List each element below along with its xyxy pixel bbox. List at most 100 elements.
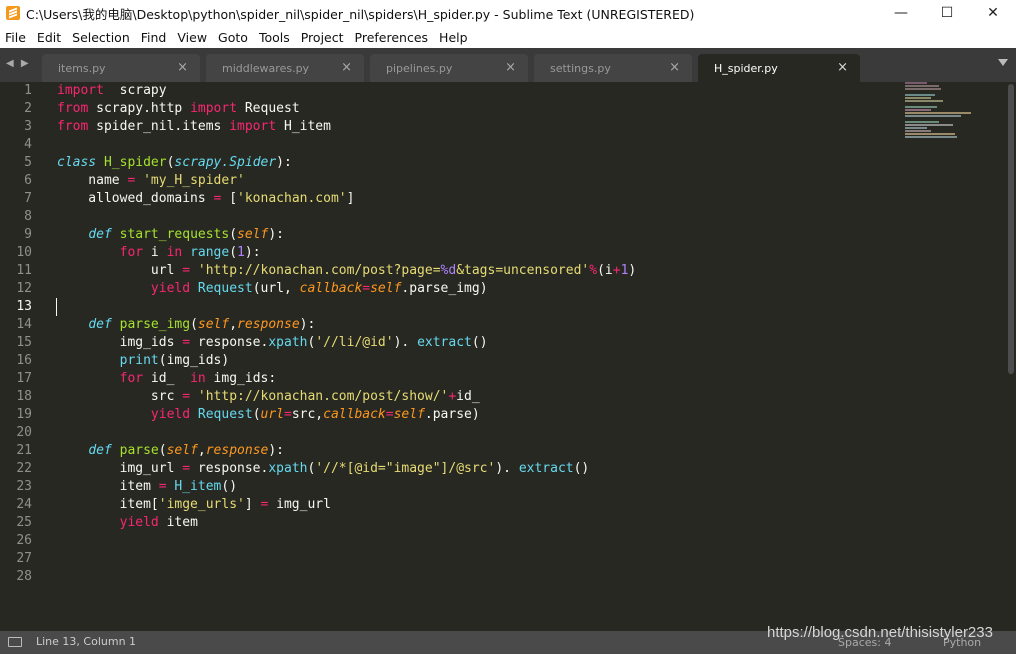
code-token: xpath xyxy=(268,461,308,476)
code-token: '//*[@id="image"]/@src' xyxy=(315,461,496,476)
menu-goto[interactable]: Goto xyxy=(213,30,254,45)
code-token: , xyxy=(229,317,238,332)
code-token: response. xyxy=(190,461,269,476)
scrollbar-thumb[interactable] xyxy=(1008,84,1014,374)
code-token: Request xyxy=(237,101,300,116)
tab-close-icon[interactable]: × xyxy=(669,60,680,75)
code-token: start_requests xyxy=(119,227,230,242)
tab-middlewares[interactable]: middlewares.py × xyxy=(206,54,364,82)
code-token: ( xyxy=(190,317,198,332)
tab-bar: ◀ ▶ items.py × middlewares.py × pipeline… xyxy=(0,48,1016,82)
code-token: response xyxy=(205,443,269,458)
close-button[interactable]: ✕ xyxy=(970,0,1016,26)
line-number: 26 xyxy=(16,533,32,548)
panel-toggle-icon[interactable] xyxy=(8,637,22,647)
code-token: = xyxy=(385,407,394,422)
code-token: ( xyxy=(252,407,261,422)
code-token: ). xyxy=(495,461,519,476)
code-token: (img_ids) xyxy=(158,353,230,368)
window-controls: — ☐ ✕ xyxy=(878,0,1016,26)
menu-file[interactable]: File xyxy=(0,30,32,45)
tab-close-icon[interactable]: × xyxy=(837,60,848,75)
code-token: id_ xyxy=(456,389,480,404)
menu-help[interactable]: Help xyxy=(434,30,474,45)
tab-label: pipelines.py xyxy=(386,62,453,75)
code-area[interactable]: import scrapy from scrapy.http import Req… xyxy=(57,82,636,586)
watermark-text: https://blog.csdn.net/thisistyler233 xyxy=(767,624,993,641)
code-token: import xyxy=(229,119,277,134)
code-token: range xyxy=(190,245,230,260)
code-token: ] xyxy=(244,497,261,512)
line-number: 6 xyxy=(24,173,32,188)
tab-items[interactable]: items.py × xyxy=(42,54,200,82)
line-number: 16 xyxy=(16,353,32,368)
line-number: 9 xyxy=(24,227,32,242)
maximize-button[interactable]: ☐ xyxy=(924,0,970,26)
code-token: 'my_H_spider' xyxy=(143,173,245,188)
code-line: from scrapy.http import Request xyxy=(57,100,636,118)
vertical-scrollbar[interactable] xyxy=(1006,82,1016,631)
code-token: ] xyxy=(346,191,355,206)
code-token: callback xyxy=(323,407,386,422)
code-token: 'konachan.com' xyxy=(237,191,347,206)
code-token: = xyxy=(182,461,191,476)
minimap[interactable] xyxy=(905,82,985,142)
code-token: % xyxy=(589,263,598,278)
code-token: i xyxy=(143,245,167,260)
tab-list-dropdown-icon[interactable] xyxy=(998,59,1008,66)
line-number: 24 xyxy=(16,497,32,512)
menu-project[interactable]: Project xyxy=(296,30,350,45)
menu-selection[interactable]: Selection xyxy=(67,30,136,45)
code-token: extract xyxy=(417,335,472,350)
code-line: def parse(self,response): xyxy=(57,442,636,460)
code-token: .parse) xyxy=(424,407,480,422)
code-token: H_item xyxy=(174,479,222,494)
menu-view[interactable]: View xyxy=(172,30,213,45)
code-token: url xyxy=(57,263,183,278)
code-token: in xyxy=(190,371,206,386)
code-token: allowed_domains xyxy=(57,191,214,206)
tab-label: middlewares.py xyxy=(222,62,310,75)
code-token: yield xyxy=(150,281,191,296)
tab-settings[interactable]: settings.py × xyxy=(534,54,692,82)
minimize-button[interactable]: — xyxy=(878,0,924,26)
code-token: Request xyxy=(197,281,253,296)
code-token: id_ xyxy=(143,371,191,386)
tab-label: H_spider.py xyxy=(714,62,778,75)
menu-edit[interactable]: Edit xyxy=(32,30,67,45)
menu-find[interactable]: Find xyxy=(136,30,173,45)
tab-pipelines[interactable]: pipelines.py × xyxy=(370,54,528,82)
line-number: 15 xyxy=(16,335,32,350)
tab-scroll-arrows-icon[interactable]: ◀ ▶ xyxy=(6,58,31,69)
code-editor[interactable]: 1 2 3 4 5 6 7 8 9 10 11 12 13 14 15 16 17 18 19 20 21 22 23 24 2… xyxy=(0,82,1016,631)
menu-preferences[interactable]: Preferences xyxy=(350,30,435,45)
code-token: + xyxy=(448,389,457,404)
menu-tools[interactable]: Tools xyxy=(254,30,296,45)
code-token: () xyxy=(221,479,238,494)
window-title: C:\Users\我的电脑\Desktop\python\spider_nil\… xyxy=(26,6,695,22)
code-token: = xyxy=(182,263,191,278)
code-line: img_ids = response.xpath('//li/@id'). ex… xyxy=(57,334,636,352)
tab-h-spider[interactable]: H_spider.py × xyxy=(698,54,860,82)
code-token: extract xyxy=(518,461,574,476)
code-line: item['imge_urls'] = img_url xyxy=(57,496,636,514)
tab-close-icon[interactable]: × xyxy=(505,60,516,75)
text-cursor xyxy=(56,298,57,316)
tab-close-icon[interactable]: × xyxy=(177,60,188,75)
code-token: item[ xyxy=(57,497,159,512)
line-number: 18 xyxy=(16,389,32,404)
code-token: = xyxy=(182,335,191,350)
tab-close-icon[interactable]: × xyxy=(341,60,352,75)
code-line: import scrapy xyxy=(57,82,636,100)
code-token: self xyxy=(237,227,269,242)
code-token: from xyxy=(57,101,89,116)
code-token: class xyxy=(57,155,97,170)
code-token: 'imge_urls' xyxy=(158,497,245,512)
